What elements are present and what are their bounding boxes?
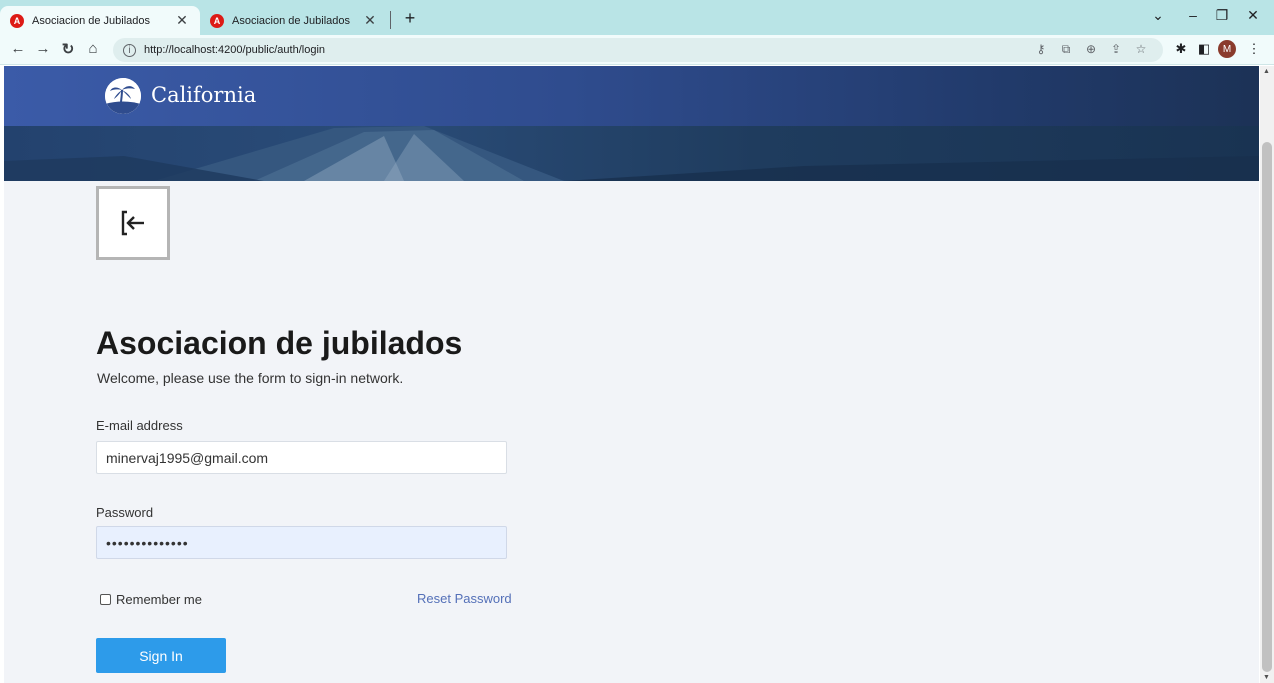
minimize-button[interactable]: –: [1183, 7, 1203, 23]
tab-title: Asociacion de Jubilados: [32, 14, 151, 27]
email-label: E-mail address: [96, 418, 183, 433]
profile-avatar[interactable]: M: [1218, 40, 1236, 58]
page-title: Asociacion de jubilados: [96, 325, 463, 361]
close-tab-icon[interactable]: ✕: [362, 12, 378, 29]
remember-me-label: Remember me: [116, 592, 202, 607]
reload-icon[interactable]: ↻: [58, 40, 78, 58]
address-bar[interactable]: i http://localhost:4200/public/auth/logi…: [113, 38, 1163, 62]
remember-me-checkbox[interactable]: Remember me: [100, 592, 202, 607]
zoom-icon[interactable]: ⊕: [1083, 42, 1099, 56]
share-icon[interactable]: ⇪: [1108, 42, 1124, 56]
mountain-banner: [4, 126, 1259, 181]
home-icon[interactable]: ⌂: [83, 40, 103, 57]
site-header: California: [4, 66, 1259, 126]
close-window-button[interactable]: ✕: [1243, 7, 1263, 24]
page-viewport: California Asociacion de jubilados Welco…: [4, 66, 1259, 683]
restore-button[interactable]: ❐: [1212, 7, 1232, 24]
password-label: Password: [96, 505, 154, 520]
browser-toolbar: ← → ↻ ⌂ i http://localhost:4200/public/a…: [0, 35, 1274, 65]
angular-favicon-icon: A: [10, 13, 24, 28]
sign-in-button[interactable]: Sign In: [96, 638, 226, 673]
back-arrow-icon[interactable]: ←: [8, 40, 28, 57]
side-panel-icon[interactable]: ◧: [1195, 41, 1213, 57]
email-field[interactable]: [96, 441, 507, 474]
key-icon[interactable]: ⚷: [1033, 42, 1049, 56]
login-icon-box: [96, 186, 170, 260]
tab-search-icon[interactable]: ⌄: [1148, 7, 1168, 24]
brand-name[interactable]: California: [151, 83, 256, 107]
tab-active[interactable]: A Asociacion de Jubilados ✕: [0, 6, 200, 35]
menu-kebab-icon[interactable]: ⋮: [1245, 41, 1263, 57]
checkbox-box[interactable]: [100, 594, 111, 605]
scrollbar-thumb[interactable]: [1262, 142, 1272, 672]
page-scrollbar[interactable]: ▲ ▼: [1260, 66, 1274, 683]
scroll-up-arrow-icon[interactable]: ▲: [1263, 68, 1270, 75]
site-info-icon[interactable]: i: [123, 43, 136, 57]
scroll-down-arrow-icon[interactable]: ▼: [1263, 674, 1270, 681]
angular-favicon-icon: A: [210, 13, 224, 28]
tab-title: Asociacion de Jubilados: [232, 14, 351, 27]
close-tab-icon[interactable]: ✕: [174, 12, 190, 29]
tab-separator: [390, 11, 391, 29]
reset-password-link[interactable]: Reset Password: [417, 591, 512, 606]
new-tab-button[interactable]: +: [400, 8, 420, 29]
translate-icon[interactable]: ⧉: [1058, 42, 1074, 57]
forward-arrow-icon[interactable]: →: [33, 40, 53, 57]
extensions-puzzle-icon[interactable]: ✱: [1172, 41, 1190, 57]
bookmark-star-icon[interactable]: ☆: [1133, 42, 1149, 56]
password-field[interactable]: [96, 526, 507, 559]
tab-inactive[interactable]: A Asociacion de Jubilados ✕: [200, 6, 388, 35]
url-text: http://localhost:4200/public/auth/login: [144, 44, 326, 56]
mountain-image: [4, 126, 1259, 181]
sign-in-arrow-icon: [121, 210, 144, 236]
palm-tree-logo-icon[interactable]: [105, 78, 141, 114]
page-subtitle: Welcome, please use the form to sign-in …: [97, 370, 404, 386]
tab-strip: A Asociacion de Jubilados ✕ A Asociacion…: [0, 0, 1274, 35]
